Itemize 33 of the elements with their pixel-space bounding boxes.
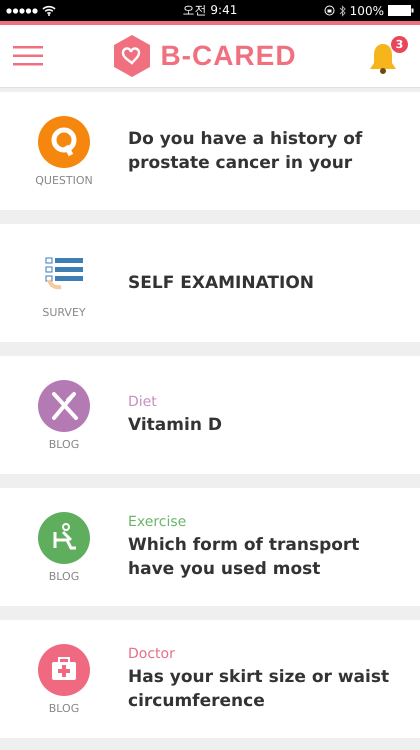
signal-icon [6, 8, 38, 14]
app-title: B-CARED [160, 40, 297, 72]
logo-icon [114, 35, 150, 77]
first-aid-kit-icon [38, 644, 90, 696]
lock-rotation-icon [324, 5, 335, 16]
battery-icon [388, 5, 414, 16]
notification-badge: 3 [390, 36, 408, 53]
status-time: 오전 9:41 [182, 2, 238, 19]
card-title: Vitamin D [128, 414, 223, 436]
feed-card[interactable]: QUESTION Do you have a history of prostate cancer in your [0, 92, 420, 210]
question-icon [38, 116, 90, 168]
type-label: BLOG [48, 702, 80, 714]
wifi-icon [42, 5, 56, 16]
feed-card[interactable]: BLOG Diet Vitamin D [0, 356, 420, 474]
type-label: SURVEY [42, 306, 86, 318]
category-label: Exercise [128, 514, 188, 530]
menu-icon[interactable] [13, 46, 43, 66]
card-title: SELF EXAMINATION [128, 272, 316, 295]
type-label: BLOG [48, 438, 80, 450]
bluetooth-icon [338, 4, 346, 16]
category-label: Diet [128, 394, 158, 410]
notification-bell[interactable]: 3 [368, 36, 408, 76]
feed-card[interactable]: BLOG Doctor Has your skirt size or waist circumference [0, 620, 420, 738]
feed-card[interactable]: SURVEY SELF EXAMINATION [0, 224, 420, 342]
type-label: BLOG [48, 570, 80, 582]
bell-icon [368, 42, 398, 76]
card-title: Which form of transport have you used most [128, 534, 360, 580]
card-title: Do you have a history of prostate cancer in your [128, 128, 364, 175]
card-title: Has your skirt size or waist circumference [128, 666, 390, 712]
battery-percent: 100% [350, 4, 384, 18]
feed-card[interactable]: BLOG Exercise Which form of transport have you used most [0, 488, 420, 606]
category-label: Doctor [128, 646, 176, 662]
type-label: QUESTION [35, 174, 93, 186]
